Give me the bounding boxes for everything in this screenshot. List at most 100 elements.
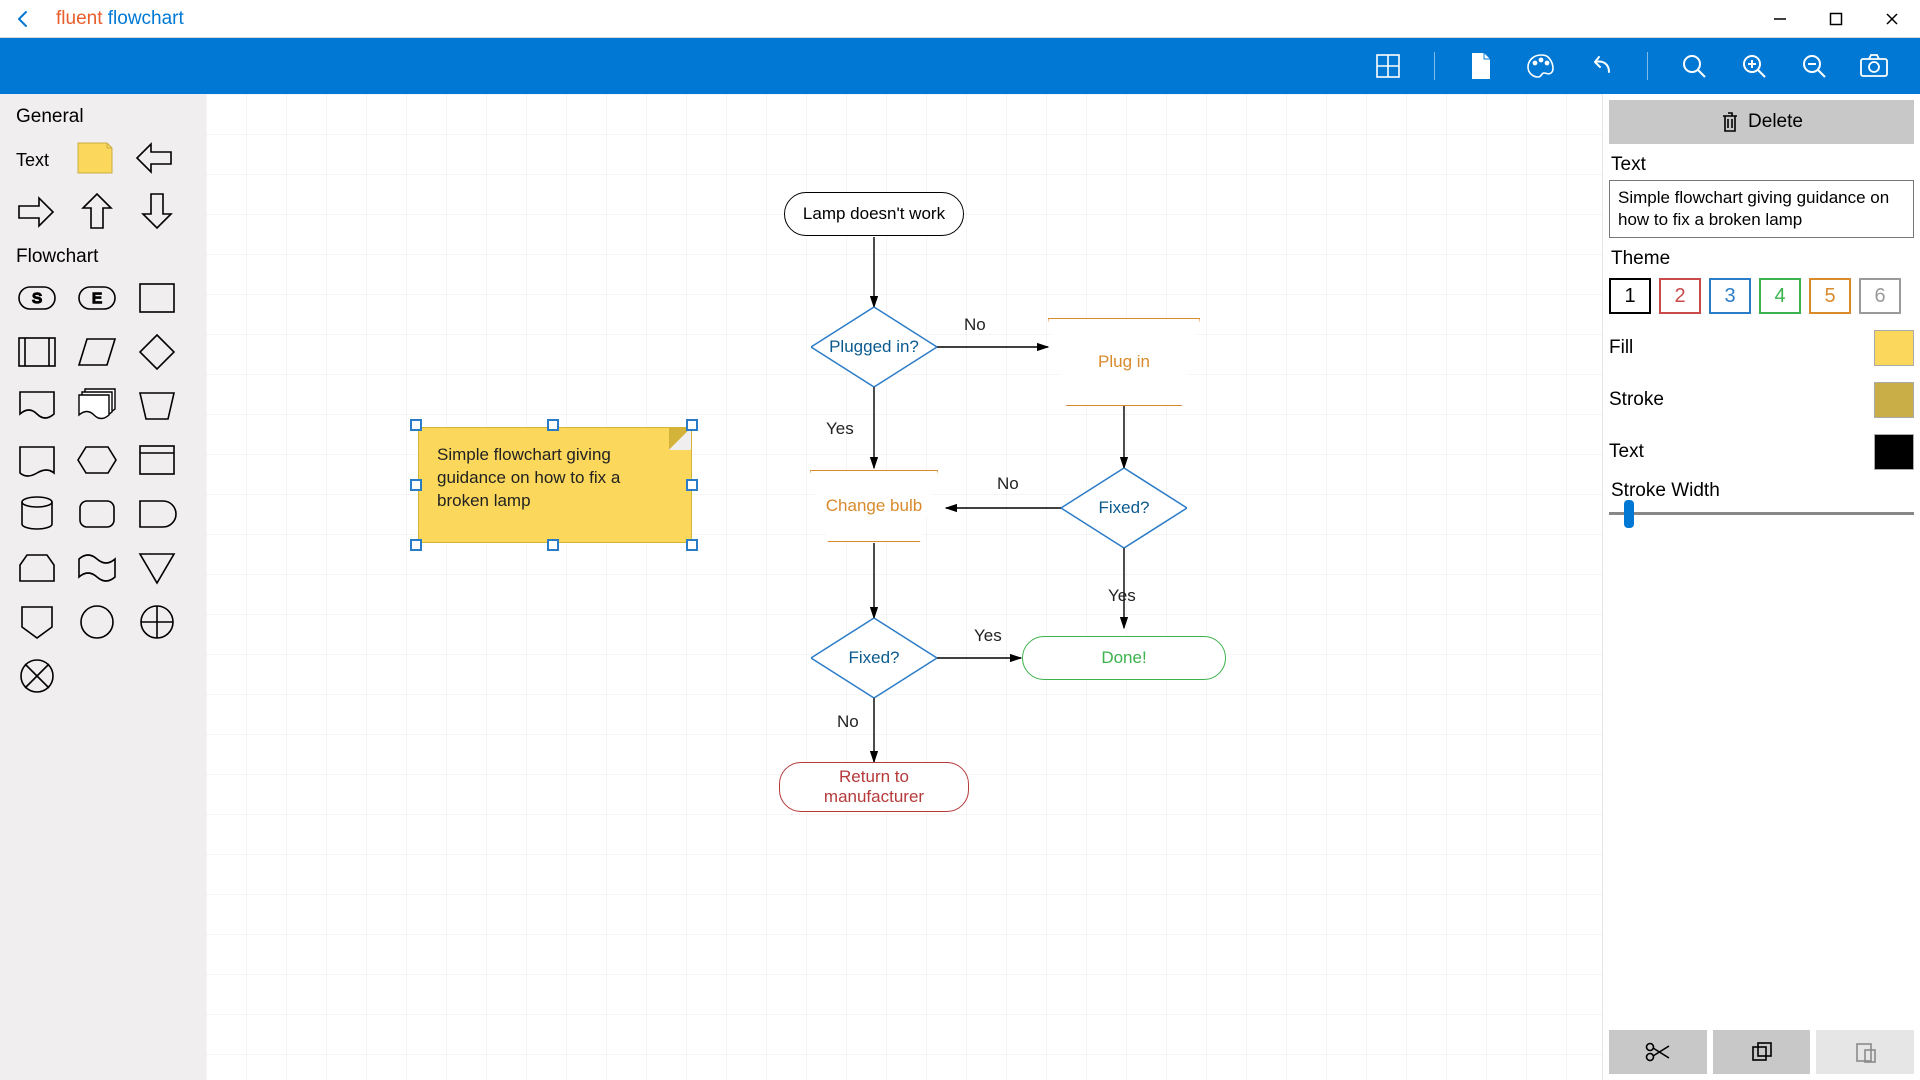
delete-label: Delete xyxy=(1748,111,1803,133)
note-text: Simple flowchart giving guidance on how … xyxy=(437,445,620,510)
properties-panel: Delete Text Theme 1 2 3 4 5 6 Fill Strok… xyxy=(1602,94,1920,1080)
selection-handle[interactable] xyxy=(686,419,698,431)
terminator-end-icon[interactable]: E xyxy=(76,278,118,318)
selection-handle[interactable] xyxy=(410,539,422,551)
app-title-rest: flowchart xyxy=(102,8,183,29)
arrow-up-icon[interactable] xyxy=(76,192,118,232)
palette-section-flowchart: Flowchart xyxy=(16,246,196,268)
workspace: General Text Flowchart S E xyxy=(0,94,1920,1080)
node-change-bulb[interactable]: Change bulb xyxy=(810,470,938,542)
sum-junction-icon[interactable] xyxy=(136,602,178,642)
cylinder-icon[interactable] xyxy=(16,494,58,534)
new-page-icon[interactable] xyxy=(1461,46,1501,86)
selection-handle[interactable] xyxy=(547,539,559,551)
svg-text:E: E xyxy=(92,290,102,307)
node-plugged-decision[interactable]: Plugged in? xyxy=(811,307,937,387)
prep-icon[interactable] xyxy=(76,440,118,480)
separator xyxy=(1647,52,1648,80)
delay-icon[interactable] xyxy=(136,494,178,534)
node-return[interactable]: Return to manufacturer xyxy=(779,762,969,812)
back-button[interactable] xyxy=(0,0,48,37)
search-icon[interactable] xyxy=(1674,46,1714,86)
grid-icon[interactable] xyxy=(1368,46,1408,86)
shape-palette: General Text Flowchart S E xyxy=(0,94,206,1080)
circle-icon[interactable] xyxy=(76,602,118,642)
palette-icon[interactable] xyxy=(1521,46,1561,86)
node-plug-in[interactable]: Plug in xyxy=(1048,318,1200,406)
document-icon[interactable] xyxy=(16,386,58,426)
text-color-swatch[interactable] xyxy=(1874,434,1914,470)
sticky-note[interactable]: Simple flowchart giving guidance on how … xyxy=(418,427,692,543)
edge-label-yes-1: Yes xyxy=(826,419,854,439)
node-done[interactable]: Done! xyxy=(1022,636,1226,680)
theme-label: Theme xyxy=(1611,248,1914,270)
node-start[interactable]: Lamp doesn't work xyxy=(784,192,964,236)
delete-button[interactable]: Delete xyxy=(1609,100,1914,144)
theme-picker: 1 2 3 4 5 6 xyxy=(1609,278,1914,314)
selection-handle[interactable] xyxy=(686,479,698,491)
zoom-in-icon[interactable] xyxy=(1734,46,1774,86)
storage-icon[interactable] xyxy=(16,440,58,480)
rectangle-icon[interactable] xyxy=(136,278,178,318)
textcolor-label: Text xyxy=(1609,441,1644,463)
fill-color-swatch[interactable] xyxy=(1874,330,1914,366)
paste-icon xyxy=(1853,1041,1877,1063)
theme-swatch-4[interactable]: 4 xyxy=(1759,278,1801,314)
node-fixed-2[interactable]: Fixed? xyxy=(811,618,937,698)
edge-label-no-2: No xyxy=(997,474,1019,494)
theme-swatch-1[interactable]: 1 xyxy=(1609,278,1651,314)
minimize-button[interactable] xyxy=(1752,0,1808,37)
card-icon[interactable] xyxy=(136,440,178,480)
connectors xyxy=(206,94,1602,1080)
app-title-accent: fluent xyxy=(56,8,102,29)
loop-limit-icon[interactable] xyxy=(16,548,58,588)
svg-text:S: S xyxy=(32,290,42,307)
arrow-down-icon[interactable] xyxy=(136,192,178,232)
copy-button[interactable] xyxy=(1713,1030,1811,1074)
selection-handle[interactable] xyxy=(410,479,422,491)
theme-swatch-6[interactable]: 6 xyxy=(1859,278,1901,314)
palette-text-label[interactable]: Text xyxy=(16,138,56,178)
offpage-icon[interactable] xyxy=(16,602,58,642)
note-corner-icon xyxy=(669,428,691,450)
scissors-icon xyxy=(1645,1041,1671,1063)
or-junction-icon[interactable] xyxy=(16,656,58,696)
trapezoid-icon[interactable] xyxy=(136,386,178,426)
theme-swatch-5[interactable]: 5 xyxy=(1809,278,1851,314)
node-fixed-1[interactable]: Fixed? xyxy=(1061,468,1187,548)
clipboard-tools xyxy=(1609,1030,1914,1074)
parallelogram-icon[interactable] xyxy=(76,332,118,372)
selection-handle[interactable] xyxy=(410,419,422,431)
camera-icon[interactable] xyxy=(1854,46,1894,86)
undo-icon[interactable] xyxy=(1581,46,1621,86)
trash-icon xyxy=(1720,111,1740,133)
selection-handle[interactable] xyxy=(547,419,559,431)
multidoc-icon[interactable] xyxy=(76,386,118,426)
triangle-icon[interactable] xyxy=(136,548,178,588)
selection-handle[interactable] xyxy=(686,539,698,551)
text-input[interactable] xyxy=(1609,180,1914,238)
canvas[interactable]: Lamp doesn't work Plugged in? Plug in Fi… xyxy=(206,94,1602,1080)
note-icon[interactable] xyxy=(74,138,116,178)
palette-section-general: General xyxy=(16,106,196,128)
edge-label-no-3: No xyxy=(837,712,859,732)
arrow-left-icon[interactable] xyxy=(134,138,176,178)
app-title: fluent flowchart xyxy=(48,8,1752,30)
theme-swatch-3[interactable]: 3 xyxy=(1709,278,1751,314)
separator xyxy=(1434,52,1435,80)
zoom-out-icon[interactable] xyxy=(1794,46,1834,86)
tape-icon[interactable] xyxy=(76,548,118,588)
theme-swatch-2[interactable]: 2 xyxy=(1659,278,1701,314)
rounded-rect-icon[interactable] xyxy=(76,494,118,534)
diamond-icon[interactable] xyxy=(136,332,178,372)
arrow-right-icon[interactable] xyxy=(16,192,58,232)
edge-label-yes-3: Yes xyxy=(974,626,1002,646)
stroke-width-slider[interactable] xyxy=(1609,512,1914,515)
cut-button[interactable] xyxy=(1609,1030,1707,1074)
fill-label: Fill xyxy=(1609,337,1633,359)
terminator-start-icon[interactable]: S xyxy=(16,278,58,318)
maximize-button[interactable] xyxy=(1808,0,1864,37)
stroke-color-swatch[interactable] xyxy=(1874,382,1914,418)
subprocess-icon[interactable] xyxy=(16,332,58,372)
close-button[interactable] xyxy=(1864,0,1920,37)
